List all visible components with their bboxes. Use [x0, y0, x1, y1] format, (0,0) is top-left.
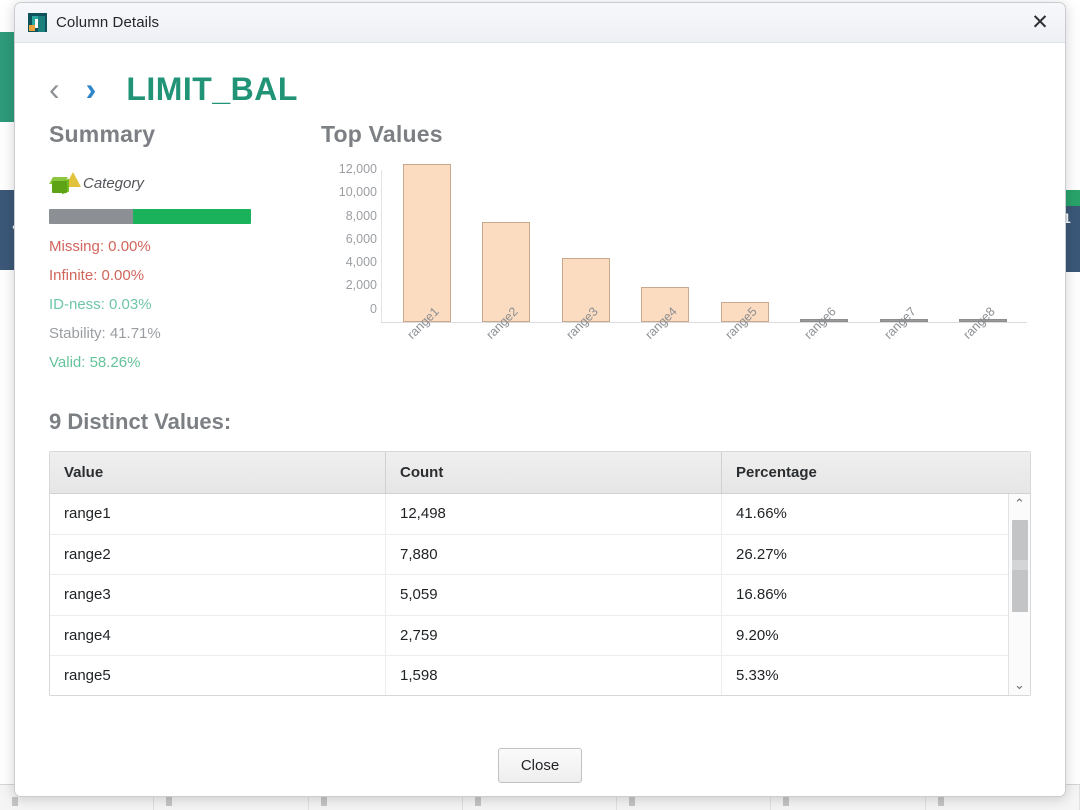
stat-infinite: Infinite: 0.00% — [49, 267, 145, 284]
y-tick-label: 2,000 — [345, 278, 377, 293]
cell-percentage: 16.86% — [736, 586, 787, 604]
page-title: LIMIT_BAL — [126, 70, 298, 107]
dialog-footer: Close — [15, 734, 1065, 796]
bar-slot — [387, 163, 467, 322]
y-tick-label: 12,000 — [338, 162, 377, 176]
cell-count: 5,059 — [386, 575, 722, 615]
close-button[interactable]: Close — [497, 747, 583, 783]
stat-valid: Valid: 58.26% — [49, 354, 141, 371]
cell-value: range1 — [50, 494, 386, 534]
scrollbar-thumb[interactable] — [1011, 520, 1028, 612]
quality-bar — [49, 209, 251, 224]
bar-slot — [944, 170, 1024, 322]
cell-percentage: 9.20% — [736, 626, 779, 644]
cell-value: range5 — [50, 656, 386, 695]
top-values-panel: Top Values 12,000 10,000 8,000 6,000 4,000 2,… — [315, 121, 1031, 383]
summary-heading: Summary — [49, 121, 156, 147]
table-body: range1 12,498 41.66% range2 7,880 26.27% range… — [50, 494, 1030, 695]
y-tick-label: 4,000 — [345, 255, 377, 269]
chart-bar[interactable] — [482, 222, 531, 322]
distinct-values-table: Value Count Percentage range1 12,498 41.66… — [49, 451, 1031, 696]
table-header-row: Value Count Percentage — [50, 452, 1030, 494]
x-tick-slot: range6 — [785, 304, 865, 382]
cell-value: range4 — [50, 615, 386, 655]
next-column-icon[interactable]: › — [86, 73, 97, 105]
y-axis-tick-labels: 12,000 10,000 8,000 6,000 4,000 2,000 0 — [321, 163, 377, 315]
y-tick-label: 6,000 — [345, 231, 377, 246]
x-tick-slot: range4 — [626, 304, 706, 382]
column-details-dialog: Column Details ✕ ‹ › LIMIT_BAL Summary C… — [14, 2, 1066, 797]
x-tick-slot: range3 — [546, 304, 626, 382]
table-row[interactable]: range5 1,598 5.33% — [50, 656, 1030, 695]
dialog-body: ‹ › LIMIT_BAL Summary Category Missing: … — [15, 43, 1065, 734]
chart-bars — [387, 163, 1024, 322]
table-row[interactable]: range2 7,880 26.27% — [50, 534, 1030, 575]
cell-percentage: 41.66% — [736, 505, 787, 523]
column-header-value[interactable]: Value — [50, 452, 386, 493]
x-axis-line — [381, 322, 1027, 323]
y-tick-label: 0 — [370, 301, 377, 316]
bar-slot — [785, 170, 865, 322]
chart-bar[interactable] — [402, 163, 451, 322]
scroll-up-icon[interactable]: ⌃ — [1009, 494, 1031, 514]
y-axis-line — [381, 170, 382, 322]
scroll-down-icon[interactable]: ⌄ — [1009, 675, 1031, 695]
quality-bar-valid-segment — [133, 209, 251, 224]
distinct-values-heading: 9 Distinct Values: — [49, 409, 232, 434]
x-tick-slot: range5 — [705, 304, 785, 382]
column-header-percentage[interactable]: Percentage — [722, 452, 1030, 493]
dialog-titlebar: Column Details ✕ — [15, 3, 1065, 43]
scrollbar-track[interactable] — [1009, 514, 1031, 675]
column-type-label: Category — [83, 174, 144, 192]
y-tick-label: 8,000 — [345, 208, 377, 223]
x-tick-slot: range7 — [864, 304, 944, 382]
dialog-title: Column Details — [56, 14, 160, 31]
cube-icon — [49, 171, 83, 195]
close-icon[interactable]: ✕ — [1017, 3, 1063, 42]
column-header-count[interactable]: Count — [386, 452, 722, 493]
table-row[interactable]: range4 2,759 9.20% — [50, 615, 1030, 656]
stat-missing: Missing: 0.00% — [49, 238, 151, 255]
x-tick-slot: range8 — [944, 304, 1024, 382]
table-row[interactable]: range3 5,059 16.86% — [50, 575, 1030, 616]
cell-count: 12,498 — [386, 494, 722, 534]
cell-count: 7,880 — [386, 534, 722, 574]
cell-percentage: 26.27% — [736, 545, 787, 563]
top-values-chart: 12,000 10,000 8,000 6,000 4,000 2,000 0 range1… — [321, 163, 1031, 382]
x-axis-tick-labels: range1 range2 range3 range4 range5 range6 rang… — [387, 304, 1024, 382]
bar-slot — [467, 170, 547, 322]
column-type-row: Category — [49, 170, 315, 196]
stat-id-ness: ID-ness: 0.03% — [49, 296, 152, 313]
app-window-icon — [27, 12, 47, 33]
cell-count: 2,759 — [386, 615, 722, 655]
cell-value: range3 — [50, 575, 386, 615]
bar-slot — [626, 170, 706, 322]
summary-panel: Summary Category Missing: 0.00% Infinite… — [49, 121, 315, 383]
quality-bar-stability-segment — [49, 209, 134, 224]
bar-slot — [864, 170, 944, 322]
cell-percentage: 5.33% — [736, 667, 779, 685]
content-panes: Summary Category Missing: 0.00% Infinite… — [49, 121, 1031, 383]
bar-slot — [546, 170, 626, 322]
column-navigation-header: ‹ › LIMIT_BAL — [49, 43, 1031, 121]
table-scrollbar[interactable]: ⌃ ⌄ — [1008, 494, 1030, 695]
previous-column-icon[interactable]: ‹ — [49, 73, 60, 105]
stat-stability: Stability: 41.71% — [49, 325, 161, 342]
y-tick-label: 10,000 — [338, 185, 377, 200]
x-tick-slot: range2 — [467, 304, 547, 382]
top-values-heading: Top Values — [321, 121, 443, 147]
cell-count: 1,598 — [386, 656, 722, 695]
table-row[interactable]: range1 12,498 41.66% — [50, 494, 1030, 535]
cell-value: range2 — [50, 534, 386, 574]
x-tick-slot: range1 — [387, 304, 467, 382]
bar-slot — [705, 170, 785, 322]
